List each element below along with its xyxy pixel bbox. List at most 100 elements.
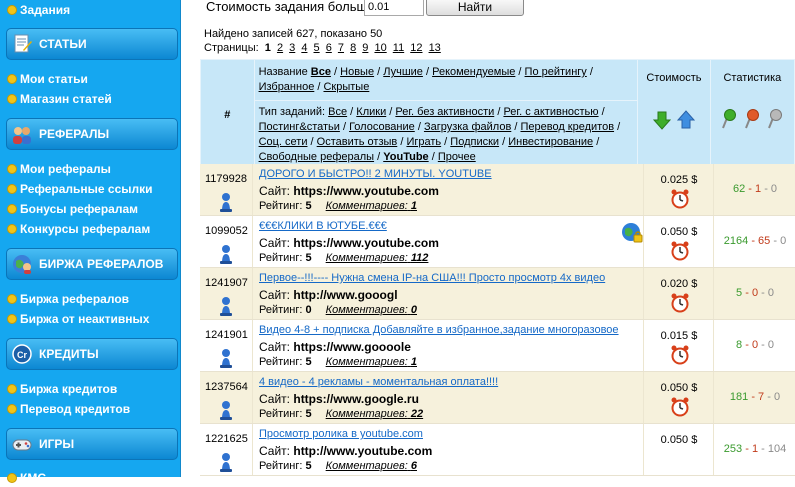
sidebar-item-referral-exchange[interactable]: Биржа рефералов: [7, 290, 129, 308]
pawn-icon[interactable]: [219, 296, 233, 319]
bullet-icon: [7, 293, 17, 304]
sort-up-icon[interactable]: [676, 110, 696, 133]
filter-new[interactable]: Новые: [340, 66, 374, 78]
type-reg-activity[interactable]: Рег. с активностью: [503, 106, 598, 118]
filter-best[interactable]: Лучшие: [383, 66, 423, 78]
task-id-cell: 1179928: [200, 164, 253, 215]
sidebar-item-inactive-exchange[interactable]: Биржа от неактивных: [7, 310, 149, 328]
min-price-input[interactable]: [364, 0, 424, 16]
type-all[interactable]: Все: [328, 106, 347, 118]
task-title-link[interactable]: Видео 4-8 + подписка Добавляйте в избран…: [259, 324, 619, 336]
task-stats-cell: 8 - 0 - 0: [713, 320, 795, 371]
sidebar-item-credit-exchange[interactable]: Биржа кредитов: [7, 380, 117, 398]
stat-zero: 0: [773, 391, 781, 403]
pawn-icon[interactable]: [219, 452, 233, 475]
task-title-link[interactable]: Первое--!!!---- Нужна смена IP-на США!!!…: [259, 272, 605, 284]
alarm-clock-icon[interactable]: [670, 241, 690, 264]
bullet-icon: [7, 73, 17, 84]
filter-by-rating[interactable]: По рейтингу: [525, 66, 587, 78]
sort-down-icon[interactable]: [652, 111, 672, 133]
page-link[interactable]: 4: [301, 42, 307, 54]
sidebar-item-my-articles[interactable]: Мои статьи: [7, 70, 88, 88]
page-link[interactable]: 11: [393, 42, 404, 54]
task-comments-link[interactable]: Комментариев: 22: [326, 408, 423, 420]
page-link[interactable]: 2: [277, 42, 283, 54]
task-comments-link[interactable]: Комментариев: 0: [326, 304, 417, 316]
alarm-clock-icon[interactable]: [670, 189, 690, 212]
type-posting[interactable]: Постинг&статьи: [259, 121, 340, 133]
page-link[interactable]: 5: [314, 42, 320, 54]
type-free-referrals[interactable]: Свободные рефералы: [259, 151, 375, 163]
type-clicks[interactable]: Клики: [356, 106, 386, 118]
type-social[interactable]: Соц. сети: [259, 136, 308, 148]
task-table-header: # Название Все / Новые / Лучшие / Рекоме…: [200, 59, 795, 170]
sidebar-item-kms[interactable]: КМС: [7, 469, 46, 487]
task-rating: Рейтинг: 5 Комментариев: 6: [259, 460, 417, 472]
filter-recommended[interactable]: Рекомендуемые: [432, 66, 515, 78]
task-id: 1237564: [205, 381, 248, 393]
sidebar-item-referral-bonuses[interactable]: Бонусы рефералам: [7, 200, 138, 218]
type-review[interactable]: Оставить отзыв: [317, 136, 398, 148]
type-youtube[interactable]: YouTube: [383, 151, 428, 163]
pawn-icon[interactable]: [219, 192, 233, 215]
pawn-icon[interactable]: [219, 348, 233, 371]
page-link[interactable]: 1: [265, 42, 271, 54]
type-other[interactable]: Прочее: [438, 151, 476, 163]
task-title-link[interactable]: €€€КЛИКИ В ЮТУБЕ.€€€: [259, 220, 387, 232]
page-link[interactable]: 10: [374, 42, 386, 54]
task-comments-link[interactable]: Комментариев: 1: [326, 200, 417, 212]
stats-column-header: Статистика: [709, 59, 795, 170]
pawn-icon[interactable]: [219, 244, 233, 267]
task-title-link[interactable]: Просмотр ролика в youtube.com: [259, 428, 423, 440]
section-header-games[interactable]: ИГРЫ: [6, 428, 178, 460]
type-play[interactable]: Играть: [406, 136, 441, 148]
type-reg-no-activity[interactable]: Рег. без активности: [395, 106, 494, 118]
task-title-link[interactable]: ДОРОГО И БЫСТРО!! 2 МИНУТЫ. YOUTUBE: [259, 168, 492, 180]
page-link[interactable]: 12: [410, 42, 422, 54]
gamepad-icon: [11, 433, 33, 455]
task-comments-link[interactable]: Комментариев: 1: [326, 356, 417, 368]
sidebar-item-credit-transfer[interactable]: Перевод кредитов: [7, 400, 130, 418]
alarm-clock-icon[interactable]: [670, 345, 690, 368]
task-rating-value: 5: [305, 408, 312, 420]
section-header-credits[interactable]: Cr КРЕДИТЫ: [6, 338, 178, 370]
task-title-link[interactable]: 4 видео - 4 рекламы - моментальная оплат…: [259, 376, 498, 388]
type-credit-transfer[interactable]: Перевод кредитов: [520, 121, 614, 133]
task-rating: Рейтинг: 5 Комментариев: 1: [259, 200, 417, 212]
pin-green-icon[interactable]: [719, 109, 739, 133]
page-link[interactable]: 7: [338, 42, 344, 54]
sidebar-item-tasks[interactable]: Задания: [7, 1, 70, 19]
alarm-clock-icon[interactable]: [670, 293, 690, 316]
section-header-referral-exchange[interactable]: БИРЖА РЕФЕРАЛОВ: [6, 248, 178, 280]
stat-bad: 7: [758, 391, 765, 403]
sidebar-item-referral-links[interactable]: Реферальные ссылки: [7, 180, 153, 198]
task-price: 0.050 $: [660, 434, 698, 446]
pawn-icon[interactable]: [219, 400, 233, 423]
sidebar-item-my-referrals[interactable]: Мои рефералы: [7, 160, 111, 178]
page-link[interactable]: 8: [350, 42, 356, 54]
find-button[interactable]: Найти: [426, 0, 524, 16]
page-link[interactable]: 6: [326, 42, 332, 54]
filter-hidden[interactable]: Скрытые: [323, 81, 369, 93]
type-investing[interactable]: Инвестирование: [508, 136, 593, 148]
task-info-cell: ДОРОГО И БЫСТРО!! 2 МИНУТЫ. YOUTUBE Сайт:…: [259, 164, 643, 215]
type-voting[interactable]: Голосование: [349, 121, 415, 133]
pin-grey-icon[interactable]: [765, 109, 785, 133]
type-file-upload[interactable]: Загрузка файлов: [424, 121, 511, 133]
alarm-clock-icon[interactable]: [670, 397, 690, 420]
task-comments-link[interactable]: Комментариев: 112: [326, 252, 429, 264]
page-link[interactable]: 3: [289, 42, 295, 54]
task-info-cell: Просмотр ролика в youtube.com Сайт: http:…: [259, 424, 643, 475]
task-comments-link[interactable]: Комментариев: 6: [326, 460, 417, 472]
section-header-referrals[interactable]: РЕФЕРАЛЫ: [6, 118, 178, 150]
sidebar-item-article-shop[interactable]: Магазин статей: [7, 90, 112, 108]
page-link[interactable]: 9: [362, 42, 368, 54]
sidebar-item-referral-contests[interactable]: Конкурсы рефералам: [7, 220, 150, 238]
filter-favorites[interactable]: Избранное: [259, 81, 315, 93]
page-link[interactable]: 13: [429, 42, 441, 54]
section-header-articles[interactable]: СТАТЬИ: [6, 28, 178, 60]
type-subscriptions[interactable]: Подписки: [450, 136, 499, 148]
filter-all[interactable]: Все: [311, 66, 331, 78]
task-stats-cell: 253 - 1 - 104: [713, 424, 795, 475]
pin-red-icon[interactable]: [742, 109, 762, 133]
